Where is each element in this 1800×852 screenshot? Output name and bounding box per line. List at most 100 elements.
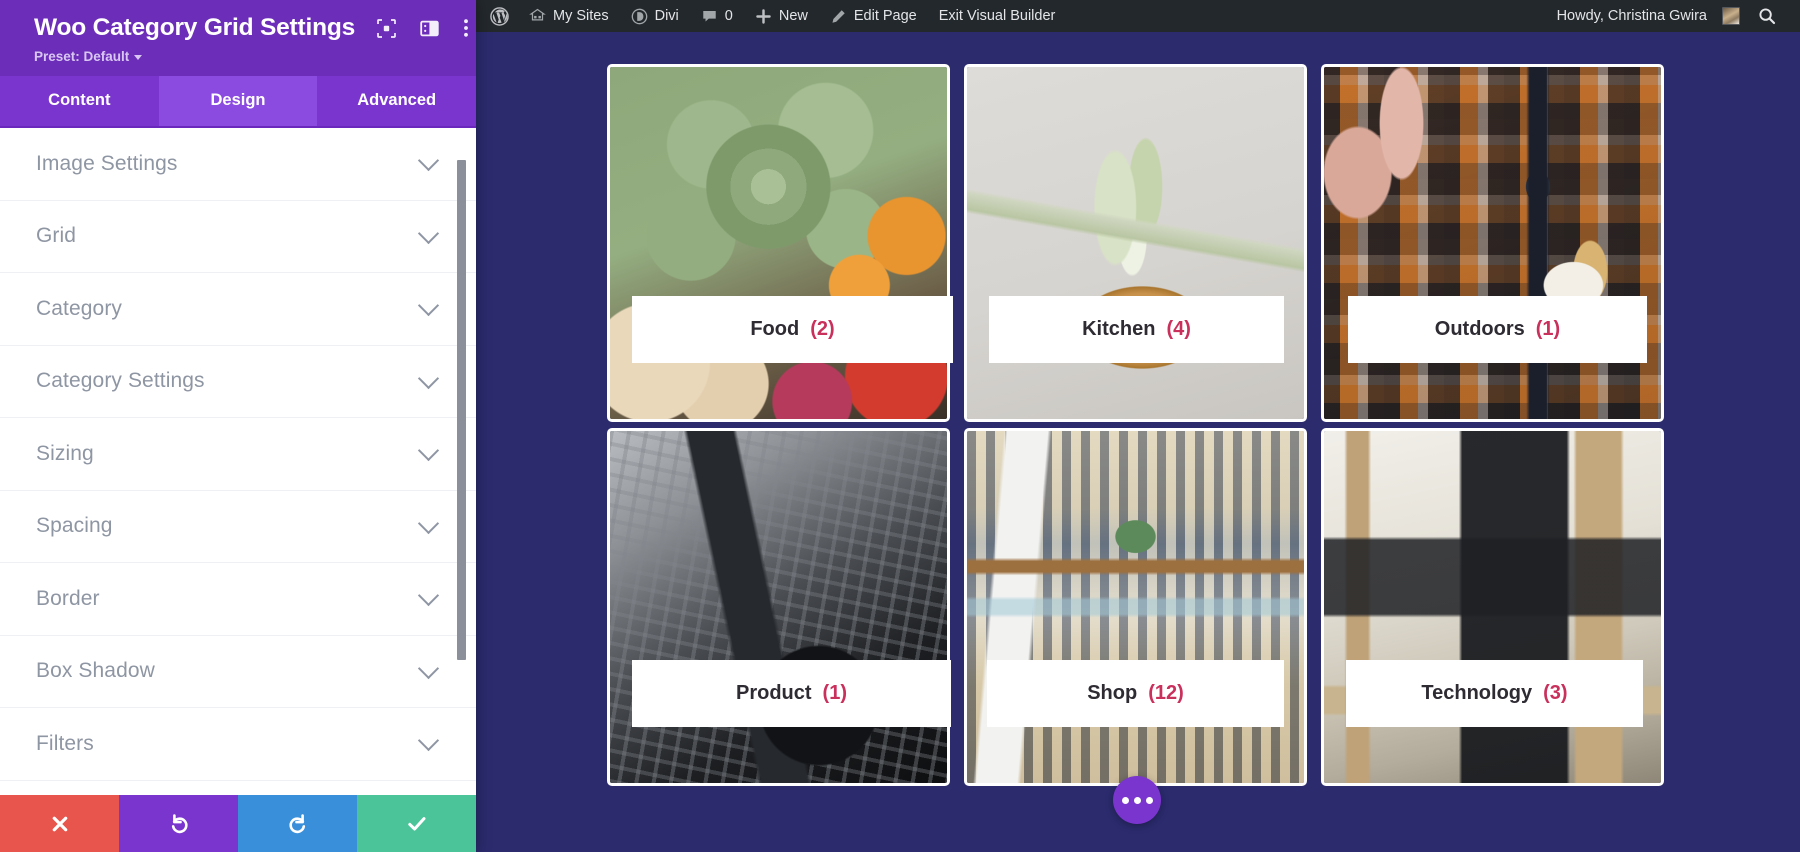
settings-panel: Woo Category Grid Settings Preset: Defau…: [0, 0, 477, 852]
preset-selector[interactable]: Preset: Default: [34, 49, 452, 64]
chevron-down-icon: [417, 222, 440, 244]
category-image: [610, 67, 947, 419]
chevron-down-icon: [417, 585, 440, 607]
account-menu[interactable]: Howdy, Christina Gwira: [1546, 0, 1746, 32]
section-box-shadow[interactable]: Box Shadow: [0, 636, 476, 708]
woo-category-grid: Food (2) Kitchen (4) Outdoors (1) Product (1) Sh…: [607, 64, 1669, 786]
sites-icon: [529, 8, 546, 25]
section-label: Filters: [36, 731, 94, 755]
tab-design[interactable]: Design: [158, 76, 318, 126]
category-label: Product (1): [632, 660, 951, 727]
pencil-icon: [830, 8, 847, 25]
section-grid[interactable]: Grid: [0, 201, 476, 273]
section-label: Spacing: [36, 514, 113, 538]
tab-advanced[interactable]: Advanced: [317, 76, 477, 126]
chevron-down-icon: [417, 440, 440, 462]
settings-sections-list: Image Settings Grid Category Category Setti…: [0, 128, 476, 795]
divi-label: Divi: [654, 8, 679, 24]
category-image: [967, 67, 1304, 419]
plus-icon: [755, 8, 772, 25]
category-card-technology[interactable]: Technology (3): [1321, 428, 1664, 786]
chevron-down-icon: [417, 512, 440, 534]
section-label: Category Settings: [36, 369, 205, 393]
my-sites-label: My Sites: [553, 8, 609, 24]
comments-count: 0: [724, 8, 733, 24]
category-count: (1): [1535, 318, 1561, 340]
save-button[interactable]: [357, 795, 476, 852]
admin-bar-right: Howdy, Christina Gwira: [1546, 0, 1800, 32]
category-image: [967, 431, 1304, 783]
category-count: (12): [1148, 682, 1184, 704]
category-image-art: [967, 67, 1304, 419]
avatar: [1722, 7, 1740, 25]
chevron-down-icon: [134, 55, 143, 60]
category-name: Kitchen: [1082, 318, 1156, 340]
category-image-art: [1324, 67, 1661, 419]
section-label: Border: [36, 586, 100, 610]
redo-icon: [288, 813, 305, 833]
section-label: Image Settings: [36, 151, 178, 175]
category-image: [1324, 67, 1661, 419]
category-card-shop[interactable]: Shop (12): [964, 428, 1307, 786]
divi-icon: [631, 8, 648, 25]
section-category-settings[interactable]: Category Settings: [0, 346, 476, 418]
category-image-art: [967, 431, 1304, 783]
section-category[interactable]: Category: [0, 273, 476, 346]
three-dots-icon: [1121, 796, 1129, 804]
focus-icon[interactable]: [377, 18, 396, 38]
wordpress-logo-button[interactable]: [476, 0, 518, 32]
my-sites-menu[interactable]: My Sites: [518, 0, 620, 32]
divi-menu[interactable]: Divi: [620, 0, 690, 32]
section-sizing[interactable]: Sizing: [0, 418, 476, 491]
section-border[interactable]: Border: [0, 563, 476, 636]
search-button[interactable]: [1746, 7, 1790, 25]
tab-content[interactable]: Content: [0, 76, 159, 126]
section-label: Sizing: [36, 441, 94, 465]
cancel-button[interactable]: [0, 795, 119, 852]
exit-visual-builder-button[interactable]: Exit Visual Builder: [928, 0, 1067, 32]
category-card-outdoors[interactable]: Outdoors (1): [1321, 64, 1664, 422]
chevron-down-icon: [417, 295, 440, 317]
section-image-settings[interactable]: Image Settings: [0, 128, 476, 201]
undo-button[interactable]: [119, 795, 238, 852]
chevron-down-icon: [417, 367, 440, 389]
section-label: Box Shadow: [36, 659, 155, 683]
exit-visual-builder-label: Exit Visual Builder: [938, 8, 1056, 24]
edit-page-menu[interactable]: Edit Page: [819, 0, 928, 32]
category-name: Food: [750, 318, 800, 340]
wordpress-logo-icon: [490, 6, 509, 26]
settings-panel-header-icons: [377, 18, 469, 38]
section-spacing[interactable]: Spacing: [0, 491, 476, 563]
category-label: Food (2): [632, 296, 953, 363]
undo-icon: [171, 813, 188, 833]
comments-menu[interactable]: 0: [690, 0, 744, 32]
category-label: Technology (3): [1346, 660, 1643, 727]
redo-button[interactable]: [238, 795, 357, 852]
category-card-product[interactable]: Product (1): [607, 428, 951, 786]
section-filters[interactable]: Filters: [0, 708, 476, 781]
visual-builder-canvas: Food (2) Kitchen (4) Outdoors (1) Product (1) Sh…: [476, 32, 1800, 852]
settings-scrollbar-thumb[interactable]: [457, 160, 466, 660]
search-icon: [1759, 8, 1776, 25]
chevron-down-icon: [417, 150, 440, 172]
category-image-art: [1324, 431, 1661, 783]
edit-page-label: Edit Page: [853, 8, 917, 24]
admin-bar-left: My Sites Divi 0 New Edit Page Exit Visua…: [476, 0, 1066, 32]
more-vertical-icon[interactable]: [463, 18, 469, 38]
section-label: Category: [36, 296, 123, 320]
page-title: Woo Category Grid Settings: [34, 14, 356, 41]
new-label: New: [778, 8, 808, 24]
category-card-food[interactable]: Food (2): [607, 64, 953, 422]
category-card-kitchen[interactable]: Kitchen (4): [964, 64, 1307, 422]
new-menu[interactable]: New: [744, 0, 819, 32]
category-count: (1): [822, 682, 847, 704]
three-dots-icon-dot2: [1133, 796, 1141, 804]
category-image: [1324, 431, 1661, 783]
divi-settings-fab[interactable]: [1113, 776, 1161, 824]
three-dots-icon-dot3: [1145, 796, 1153, 804]
category-name: Product: [735, 682, 812, 704]
panel-layout-icon[interactable]: [420, 19, 439, 38]
category-count: (3): [1543, 682, 1568, 704]
category-count: (4): [1166, 318, 1191, 340]
close-icon: [52, 816, 67, 831]
